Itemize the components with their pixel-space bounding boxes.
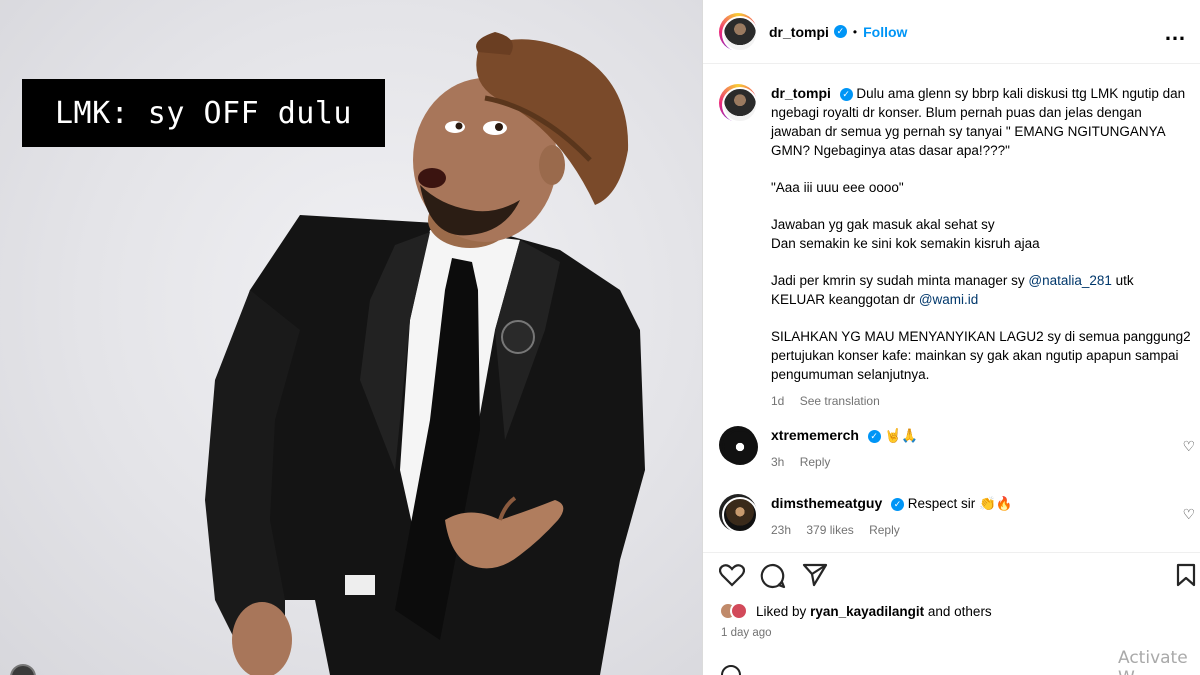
separator-dot: • [852,24,858,39]
activate-windows-watermark: Activate W [1118,648,1188,675]
reply-button[interactable]: Reply [869,523,900,537]
post-panel: dr_tompi ✓ • Follow … dr_tompi ✓ Dulu am… [702,0,1200,675]
comment-like-heart-icon[interactable]: ♡ [1182,506,1195,523]
comment-text: 🤘🙏 [884,428,919,443]
share-send-icon[interactable] [802,563,828,587]
commenter-username[interactable]: dimsthemeatguy [771,495,882,511]
caption-paragraph-4: Jadi per kmrin sy sudah minta manager sy… [771,271,1191,309]
caption-line: Dan semakin ke sini kok semakin kisruh a… [771,236,1040,251]
verified-badge-icon: ✓ [839,88,853,101]
post-actions-bar [703,552,1200,594]
commenter-avatar[interactable] [719,426,758,465]
comment-body: xtrememerch ✓ 🤘🙏 3h Reply [771,426,1191,472]
caption-line: Jawaban yg gak masuk akal sehat sy [771,217,995,232]
verified-badge-icon: ✓ [833,25,847,38]
mention-link-natalia[interactable]: @natalia_281 [1028,273,1112,288]
caption-paragraph-1: Dulu ama glenn sy bbrp kali diskusi ttg … [771,86,1186,158]
post-image[interactable]: LMK: sy OFF dulu [0,0,702,675]
comment-text: Respect sir 👏🔥 [907,496,1013,511]
comment-item: dimsthemeatguy ✓ Respect sir 👏🔥 23h 379 … [719,494,1191,540]
comment-item: xtrememerch ✓ 🤘🙏 3h Reply [719,426,1191,472]
comment-likes-count[interactable]: 379 likes [806,523,853,537]
comment-bubble-icon[interactable] [760,563,786,589]
verified-badge-icon: ✓ [867,430,881,443]
verified-badge-icon: ✓ [891,498,905,511]
liked-by-username[interactable]: ryan_kayadilangit [810,604,924,619]
comment-like-heart-icon[interactable]: ♡ [1182,438,1195,455]
post-timestamp: 1 day ago [721,627,772,639]
comment-meta: 3h Reply [771,453,1191,472]
caption-text: Jadi per kmrin sy sudah minta manager sy [771,273,1029,288]
mention-link-wami[interactable]: @wami.id [919,292,978,307]
liked-by-suffix[interactable]: and others [928,604,992,619]
image-caption: LMK: sy OFF dulu [22,79,385,147]
caption-body: dr_tompi ✓ Dulu ama glenn sy bbrp kali d… [771,84,1191,411]
emoji-icon[interactable] [721,665,741,675]
post-header: dr_tompi ✓ • Follow … [703,0,1200,64]
comment-time: 3h [771,455,785,469]
caption-paragraph-5: SILAHKAN YG MAU MENYANYIKAN LAGU2 sy di … [771,329,1191,382]
caption-time: 1d [771,394,785,408]
caption-author-avatar[interactable] [719,84,758,123]
commenter-username[interactable]: xtrememerch [771,427,859,443]
see-translation-link[interactable]: See translation [800,394,880,408]
caption-meta: 1d See translation [771,392,1191,411]
comment-meta: 23h 379 likes Reply [771,521,1191,540]
more-options-icon[interactable]: … [1164,20,1187,46]
commenter-avatar[interactable] [719,494,758,533]
comment-body: dimsthemeatguy ✓ Respect sir 👏🔥 23h 379 … [771,494,1191,540]
save-bookmark-icon[interactable] [1176,563,1196,587]
reply-button[interactable]: Reply [800,455,831,469]
comment-time: 23h [771,523,792,537]
liked-by-prefix: Liked by [756,603,807,619]
comments-scroll-area[interactable]: dr_tompi ✓ Dulu ama glenn sy bbrp kali d… [703,64,1200,544]
caption-username[interactable]: dr_tompi [771,85,831,101]
caption-paragraph-3: Jawaban yg gak masuk akal sehat sy Dan s… [771,215,1191,253]
liker-avatar[interactable] [730,602,748,620]
caption-paragraph-2: "Aaa iii uuu eee oooo" [771,180,904,195]
author-avatar[interactable] [719,12,758,52]
author-username[interactable]: dr_tompi [769,24,829,40]
post-caption: dr_tompi ✓ Dulu ama glenn sy bbrp kali d… [719,84,1191,411]
like-heart-icon[interactable] [719,563,745,587]
follow-button[interactable]: Follow [863,24,907,40]
liked-by-row: Liked by ryan_kayadilangit and others [719,602,992,620]
